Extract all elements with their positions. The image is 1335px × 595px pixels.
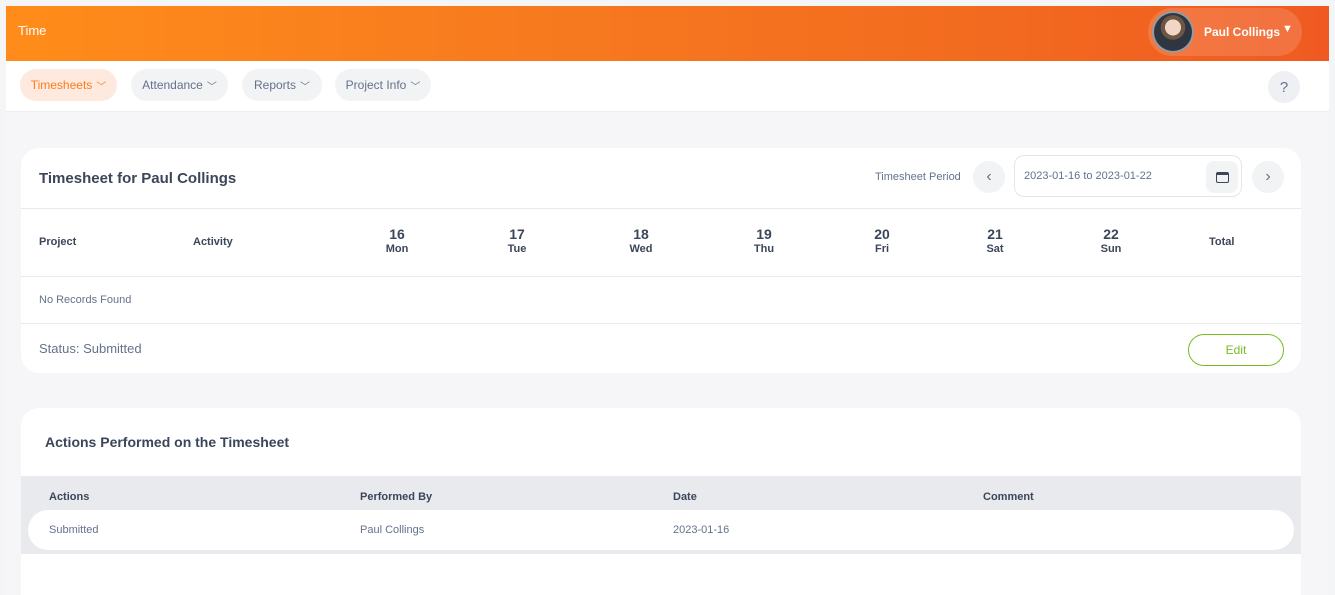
calendar-button[interactable]	[1206, 161, 1238, 193]
nav-attendance[interactable]: Attendance ﹀	[131, 69, 228, 101]
day-column: 19 Thu	[734, 226, 794, 255]
day-name: Mon	[385, 243, 409, 255]
day-column: 17 Tue	[487, 226, 547, 255]
chevron-down-icon: ﹀	[410, 81, 421, 93]
header-comment: Comment	[983, 491, 1034, 503]
prev-period-button[interactable]: ‹	[973, 161, 1005, 193]
header-actions: Actions	[49, 491, 90, 503]
divider	[21, 276, 1301, 277]
top-nav: Timesheets ﹀ Attendance ﹀ Reports ﹀ Proj…	[6, 61, 1329, 112]
timesheet-title: Timesheet for Paul Collings	[39, 170, 237, 187]
calendar-icon	[1215, 171, 1229, 183]
table-row: Submitted Paul Collings 2023-01-16	[28, 510, 1294, 550]
day-name: Fri	[874, 243, 890, 255]
day-name: Sun	[1100, 243, 1122, 255]
column-project: Project	[39, 236, 77, 248]
day-number: 18	[633, 226, 649, 242]
timesheet-status: Status: Submitted	[39, 341, 142, 356]
chevron-left-icon: ‹	[986, 168, 992, 185]
day-column: 20 Fri	[852, 226, 912, 255]
no-records-message: No Records Found	[39, 294, 132, 306]
period-value: 2023-01-16 to 2023-01-22	[1024, 170, 1152, 182]
day-number: 17	[509, 226, 525, 242]
column-activity: Activity	[193, 236, 233, 248]
day-number: 19	[756, 226, 772, 242]
nav-label: Project Info	[345, 78, 407, 92]
period-label: Timesheet Period	[875, 171, 961, 183]
day-number: 20	[874, 226, 890, 242]
nav-label: Reports	[253, 78, 297, 92]
day-number: 21	[987, 226, 1003, 242]
caret-down-icon: ▼	[1282, 23, 1293, 35]
day-column: 16 Mon	[367, 226, 427, 255]
divider	[21, 323, 1301, 324]
period-date-field[interactable]: 2023-01-16 to 2023-01-22	[1014, 155, 1242, 197]
chevron-right-icon: ›	[1265, 168, 1271, 185]
day-name: Sat	[986, 243, 1004, 255]
day-number: 22	[1103, 226, 1119, 242]
next-period-button[interactable]: ›	[1252, 161, 1284, 193]
chevron-down-icon: ﹀	[300, 81, 311, 93]
nav-label: Attendance	[142, 78, 203, 92]
help-icon: ?	[1279, 78, 1289, 96]
top-header: Time Paul Collings ▼	[6, 6, 1329, 61]
header-performed-by: Performed By	[360, 491, 433, 503]
nav-label: Timesheets	[30, 78, 93, 92]
actions-card: Actions Performed on the Timesheet Actio…	[21, 408, 1301, 595]
nav-project-info[interactable]: Project Info ﹀	[335, 69, 431, 101]
nav-reports[interactable]: Reports ﹀	[242, 69, 322, 101]
app-frame: Time Paul Collings ▼ Timesheets ﹀ Attend…	[6, 6, 1329, 595]
day-column: 22 Sun	[1081, 226, 1141, 255]
actions-table: Actions Performed By Date Comment Submit…	[21, 476, 1301, 554]
module-title: Time	[18, 23, 47, 38]
help-button[interactable]: ?	[1268, 71, 1300, 103]
column-total: Total	[1209, 236, 1235, 248]
day-number: 16	[389, 226, 405, 242]
user-menu[interactable]: Paul Collings ▼	[1148, 8, 1302, 56]
timesheet-card: Timesheet for Paul Collings Timesheet Pe…	[21, 148, 1301, 373]
chevron-down-icon: ﹀	[206, 81, 217, 93]
day-name: Thu	[753, 243, 775, 255]
user-name: Paul Collings	[1204, 25, 1281, 39]
cell-action: Submitted	[49, 524, 99, 536]
divider	[21, 208, 1301, 209]
day-name: Wed	[629, 243, 653, 255]
chevron-down-icon: ﹀	[96, 81, 107, 93]
actions-title: Actions Performed on the Timesheet	[45, 434, 290, 450]
nav-timesheets[interactable]: Timesheets ﹀	[20, 69, 117, 101]
day-column: 21 Sat	[965, 226, 1025, 255]
avatar	[1152, 11, 1194, 53]
cell-date: 2023-01-16	[673, 524, 730, 536]
day-name: Tue	[507, 243, 527, 255]
header-date: Date	[673, 491, 697, 503]
day-column: 18 Wed	[611, 226, 671, 255]
cell-performed-by: Paul Collings	[360, 524, 425, 536]
edit-button[interactable]: Edit	[1188, 334, 1284, 366]
